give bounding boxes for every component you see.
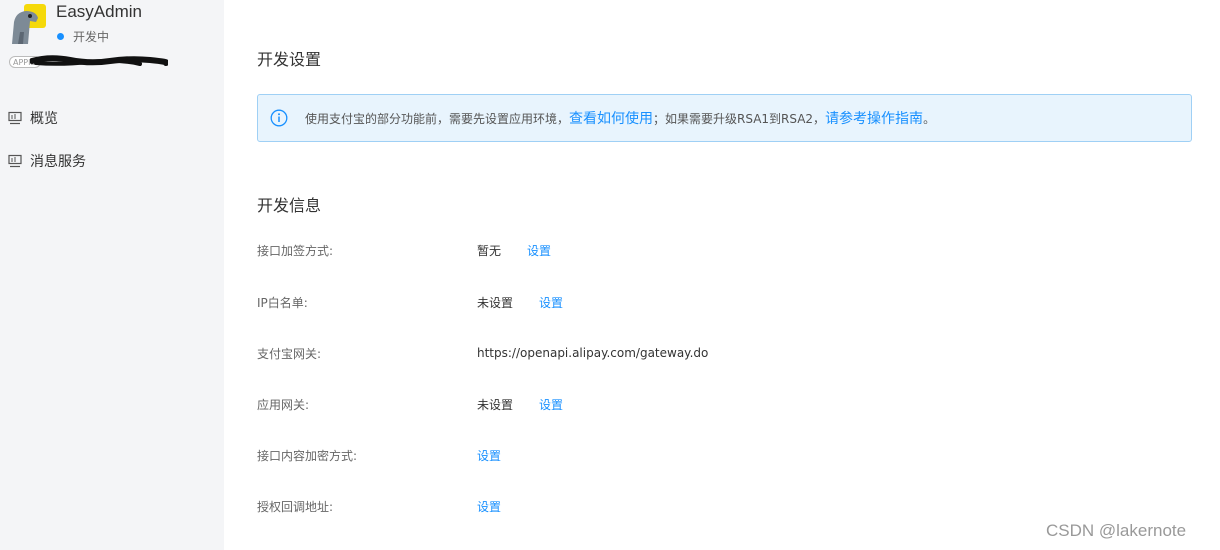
notice-text: 。 xyxy=(923,111,936,126)
set-auth-callback-link[interactable]: 设置 xyxy=(477,498,501,515)
sidebar-item-label: 消息服务 xyxy=(30,154,86,170)
gateway-url: https://openapi.alipay.com/gateway.do xyxy=(477,346,709,360)
info-row-app-gateway: 应用网关: 未设置 设置 xyxy=(257,395,563,413)
info-icon xyxy=(270,109,288,127)
monitor-icon xyxy=(8,111,22,125)
field-label: 授权回调地址: xyxy=(257,499,334,514)
field-label: 应用网关: xyxy=(257,397,310,412)
redaction-scribble xyxy=(30,55,168,66)
set-content-encryption-link[interactable]: 设置 xyxy=(477,447,501,464)
app-status: 开发中 xyxy=(57,28,109,45)
how-to-use-link[interactable]: 查看如何使用 xyxy=(569,108,653,128)
field-label: 接口加签方式: xyxy=(257,243,334,258)
status-dot-icon xyxy=(57,33,64,40)
set-sign-method-link[interactable]: 设置 xyxy=(527,242,551,259)
info-row-ip-whitelist: IP白名单: 未设置 设置 xyxy=(257,293,563,311)
sidebar-item-overview[interactable]: 概览 xyxy=(8,108,58,128)
field-label: IP白名单: xyxy=(257,295,308,310)
sidebar-item-label: 概览 xyxy=(30,111,58,127)
app-logo-icon xyxy=(12,4,46,44)
watermark: CSDN @lakernote xyxy=(1046,521,1187,540)
field-label: 支付宝网关: xyxy=(257,346,322,361)
notice-text: ；如果需要升级RSA1到RSA2， xyxy=(653,111,826,126)
sidebar-item-message-service[interactable]: 消息服务 xyxy=(8,151,86,171)
dev-settings-title: 开发设置 xyxy=(257,50,322,69)
status-text: 开发中 xyxy=(73,30,110,44)
field-value: 未设置 xyxy=(477,295,514,310)
set-app-gateway-link[interactable]: 设置 xyxy=(539,396,563,413)
dev-info-title: 开发信息 xyxy=(257,196,322,215)
field-label: 接口内容加密方式: xyxy=(257,448,358,463)
info-row-alipay-gateway: 支付宝网关: https://openapi.alipay.com/gatewa… xyxy=(257,344,734,362)
operation-guide-link[interactable]: 请参考操作指南 xyxy=(825,108,923,128)
set-ip-whitelist-link[interactable]: 设置 xyxy=(539,294,563,311)
notice-text: 使用支付宝的部分功能前，需要先设置应用环境， xyxy=(305,111,570,126)
info-row-auth-callback: 授权回调地址: 设置 xyxy=(257,497,501,515)
info-row-sign-method: 接口加签方式: 暂无 设置 xyxy=(257,241,551,259)
field-value: 未设置 xyxy=(477,397,514,412)
monitor-icon xyxy=(8,154,22,168)
info-notice: 使用支付宝的部分功能前，需要先设置应用环境， 查看如何使用 ；如果需要升级RSA… xyxy=(257,94,1192,142)
sidebar: EasyAdmin 开发中 APPID 概览 消息服务 xyxy=(0,0,224,550)
field-value: 暂无 xyxy=(477,243,502,258)
info-row-content-encryption: 接口内容加密方式: 设置 xyxy=(257,446,501,464)
app-name: EasyAdmin xyxy=(56,2,142,21)
